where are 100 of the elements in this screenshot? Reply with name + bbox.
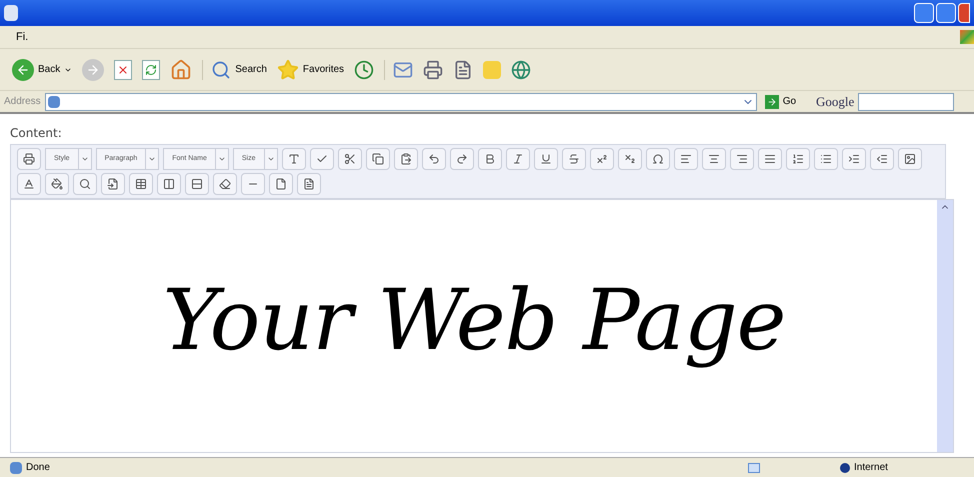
editor-tool-button[interactable]: [646, 148, 670, 170]
restore-button[interactable]: [936, 3, 956, 23]
search-button[interactable]: Search: [202, 60, 267, 80]
editor-tool-button[interactable]: [45, 173, 69, 195]
content-label: Content:: [10, 125, 63, 142]
menu-item[interactable]: Fi.: [16, 28, 28, 46]
address-field[interactable]: [44, 92, 757, 110]
editor-tool-button[interactable]: [674, 148, 698, 170]
stop-button[interactable]: [114, 60, 132, 80]
window-icon: [4, 5, 18, 21]
editor-tool-button[interactable]: [702, 148, 726, 170]
indent-icon: [848, 153, 860, 165]
align-center-icon: [708, 153, 720, 165]
refresh-icon: [145, 64, 158, 76]
paste-icon: [400, 153, 412, 165]
zone-text: Internet: [854, 461, 888, 475]
editor-tool-button[interactable]: [730, 148, 754, 170]
text-icon: [288, 153, 300, 165]
editor-tool-button[interactable]: [101, 173, 125, 195]
editor-tool-button[interactable]: [394, 148, 418, 170]
subscript-icon: [624, 153, 636, 165]
editor-tool-button[interactable]: [269, 173, 293, 195]
editor-tool-button[interactable]: [534, 148, 558, 170]
highlight-icon: [51, 178, 63, 190]
editor-tool-button[interactable]: [310, 148, 334, 170]
editor-tool-button[interactable]: [297, 173, 321, 195]
editing-area[interactable]: Your Web Page: [10, 199, 954, 453]
back-button[interactable]: Back: [12, 58, 72, 80]
close-button[interactable]: [958, 3, 970, 23]
refresh-button[interactable]: [142, 60, 160, 80]
redo-icon: [456, 153, 468, 165]
columns-icon: [163, 178, 175, 190]
history-icon: [354, 60, 374, 80]
outdent-icon: [876, 153, 888, 165]
strikethrough-icon: [568, 153, 580, 165]
undo-icon: [428, 153, 440, 165]
cut-icon: [344, 153, 356, 165]
vertical-scrollbar[interactable]: [937, 200, 953, 452]
home-button[interactable]: [170, 58, 192, 80]
editor-tool-button[interactable]: [842, 148, 866, 170]
table-icon: [135, 178, 147, 190]
editor-tool-button[interactable]: [898, 148, 922, 170]
editor-tool-button[interactable]: [17, 148, 41, 170]
rows-icon: [191, 178, 203, 190]
editor-tool-button[interactable]: [450, 148, 474, 170]
panel-icon: [748, 462, 760, 472]
editor-tool-button[interactable]: [786, 148, 810, 170]
stop-icon: [117, 64, 130, 76]
new-page-icon: [275, 178, 287, 190]
editor-tool-button[interactable]: [870, 148, 894, 170]
omega-icon: [652, 153, 664, 165]
editor-tool-button[interactable]: [129, 173, 153, 195]
editor-tool-button[interactable]: [618, 148, 642, 170]
editor-tool-button[interactable]: [366, 148, 390, 170]
editor-tool-button[interactable]: [422, 148, 446, 170]
image-icon: [904, 153, 916, 165]
numbered-list-icon: [792, 153, 804, 165]
editor-tool-button[interactable]: [590, 148, 614, 170]
address-label: Address: [4, 95, 41, 109]
align-justify-icon: [764, 153, 776, 165]
edit-button[interactable]: [453, 60, 474, 80]
favorites-button[interactable]: Favorites: [276, 58, 344, 80]
search-field[interactable]: [858, 92, 954, 110]
insert-file-icon: [107, 178, 119, 190]
minimize-button[interactable]: [914, 3, 934, 23]
align-right-icon: [736, 153, 748, 165]
editor-tool-button[interactable]: [506, 148, 530, 170]
spellcheck-icon: [316, 153, 328, 165]
back-icon: [12, 58, 34, 80]
go-button[interactable]: Go: [764, 94, 796, 109]
page-icon: [48, 96, 60, 108]
globe-icon: [840, 462, 850, 472]
page-heading: Your Web Page: [162, 270, 786, 371]
search-brand[interactable]: Google: [816, 92, 854, 112]
copy-icon: [372, 153, 384, 165]
underline-icon: [540, 153, 552, 165]
mail-icon: [393, 60, 414, 80]
print-button[interactable]: [423, 60, 444, 80]
editor-tool-button[interactable]: [185, 173, 209, 195]
print-icon: [23, 153, 35, 165]
editor-tool-button[interactable]: [562, 148, 586, 170]
editor-tool-button[interactable]: [758, 148, 782, 170]
editor-tool-button[interactable]: [338, 148, 362, 170]
document-icon: [453, 60, 474, 80]
editor-tool-button[interactable]: [213, 173, 237, 195]
star-icon: [276, 58, 299, 80]
editor-tool-button[interactable]: [157, 173, 181, 195]
editor-tool-button[interactable]: [478, 148, 502, 170]
editor-tool-button[interactable]: [282, 148, 306, 170]
superscript-icon: [596, 153, 608, 165]
history-button[interactable]: [354, 60, 374, 80]
printer-icon: [423, 60, 444, 80]
editor-tool-button[interactable]: [814, 148, 838, 170]
status-icon: [10, 462, 22, 474]
editor-tool-button[interactable]: [73, 173, 97, 195]
font-color-icon: [23, 178, 35, 190]
bold-icon: [484, 153, 496, 165]
editor-tool-button[interactable]: [17, 173, 41, 195]
mail-button[interactable]: [384, 60, 414, 80]
search-icon: [211, 60, 232, 80]
